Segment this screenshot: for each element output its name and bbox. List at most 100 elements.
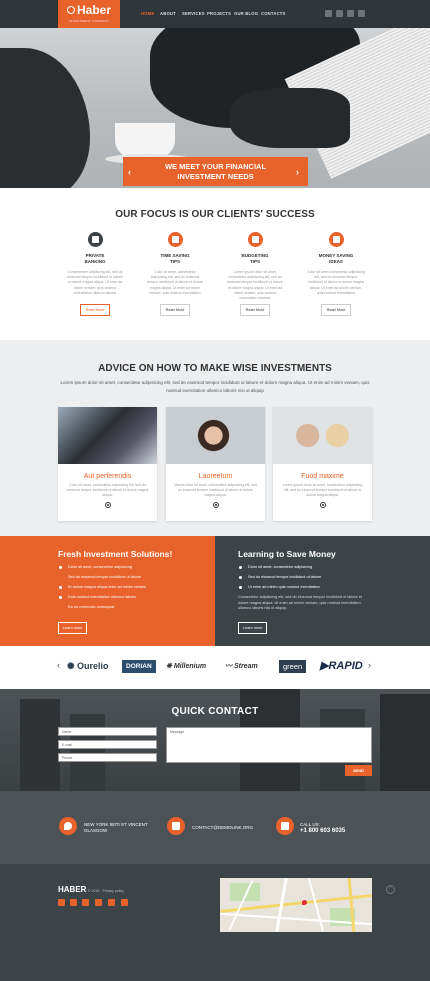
list-item: Duis nostrud exercitation ullamco labori… xyxy=(58,592,208,602)
nav-our-blog[interactable]: OUR BLOG xyxy=(234,11,258,16)
read-more-button[interactable]: Read More xyxy=(320,304,352,316)
message-input[interactable]: Message xyxy=(166,727,372,763)
feature-title: MONEY SAVING IDEAS xyxy=(318,253,354,264)
card-text: Color sit amet, consectetur adipisicing … xyxy=(66,483,149,497)
advice-text: Lorem ipsum dolor sit amet, consectetur … xyxy=(60,380,370,393)
email-link[interactable]: CONTACT@DEMOLINK.ORG xyxy=(192,825,253,831)
piggy-bank-icon xyxy=(87,232,103,247)
learn-more-button[interactable]: Learn more xyxy=(238,622,268,634)
mail-icon xyxy=(167,817,185,835)
learn-more-button[interactable]: Learn more xyxy=(58,622,88,634)
map-pin-icon xyxy=(302,900,307,905)
slider-next-button[interactable]: › xyxy=(296,167,299,177)
nav-services[interactable]: SERVICES xyxy=(182,11,205,16)
card-image-woman xyxy=(166,407,265,464)
slider-prev-button[interactable]: ‹ xyxy=(128,167,131,177)
hero-banner: WE MEET YOUR FINANCIAL INVESTMENT NEEDS xyxy=(123,157,308,186)
feature-text: Color sit amet, consectetur adipisicing … xyxy=(147,270,203,295)
feature-text: Consectetuer adipiscing elit, sed do eiu… xyxy=(67,270,123,295)
feature-title: PRIVATE BANKING xyxy=(84,253,106,264)
logo-stream: 〰 Stream xyxy=(225,663,258,670)
advice-card[interactable]: Laoreetum Mauris dolor sit amet, consect… xyxy=(166,407,265,521)
more-icon[interactable] xyxy=(104,502,111,508)
save-money-text: Consectetur adipisicing elit, sed do eiu… xyxy=(238,595,363,610)
advice-title: ADVICE ON HOW TO MAKE WISE INVESTMENTS xyxy=(98,363,332,374)
list-item: Ut enim ad minim quis nostrud exercitati… xyxy=(238,582,388,592)
nav-contacts[interactable]: CONTACTS xyxy=(261,11,286,16)
scroll-top-button[interactable]: ^ xyxy=(386,885,395,894)
feature-text: Lorem ipsum dolor sit amet, consectetur … xyxy=(227,270,283,301)
copyright-text: © 2015 · Privacy policy xyxy=(88,889,124,893)
hero-banner-line2: INVESTMENT NEEDS xyxy=(177,171,254,181)
advice-card[interactable]: Aut perferendis Color sit amet, consecte… xyxy=(58,407,157,521)
advice-card[interactable]: Fuod maxime Lorem ipsum dolor sit amet, … xyxy=(273,407,372,521)
coffee-cup xyxy=(115,123,175,158)
logos-prev-button[interactable]: ‹ xyxy=(57,660,60,670)
feature-title: TIME SAVING TIPS xyxy=(160,253,190,264)
nav-projects[interactable]: PROJECTS xyxy=(207,11,231,16)
hero-banner-line1: WE MEET YOUR FINANCIAL xyxy=(164,162,267,171)
send-button[interactable]: SEND xyxy=(345,765,372,776)
partner-logos xyxy=(0,646,430,689)
feature-title: BUDGETING TIPS xyxy=(241,253,269,264)
facebook-icon[interactable] xyxy=(70,899,77,906)
list-item: Dolor sit amet, consectetur adipisicing xyxy=(58,562,208,572)
logo[interactable]: Haber INVESTMENT COMPANY xyxy=(58,0,120,28)
facebook-icon[interactable] xyxy=(108,899,115,906)
logo-green: green xyxy=(279,660,307,673)
email-input[interactable]: E-mail xyxy=(58,740,157,749)
youtube-icon[interactable] xyxy=(336,10,343,17)
logo-millenium: ❋ Millenium xyxy=(166,663,207,670)
save-money-title: Learning to Save Money xyxy=(238,549,336,559)
list-item: Et dolore magna aliqua enim ad minim ven… xyxy=(58,582,208,592)
rss-icon[interactable] xyxy=(95,899,102,906)
read-more-button[interactable]: Read More xyxy=(79,304,111,316)
footer-logo[interactable]: HABER xyxy=(58,885,86,894)
card-title: Fuod maxime xyxy=(301,473,344,480)
logo-rapid: ▶RAPID xyxy=(320,660,363,672)
card-title: Laoreetum xyxy=(198,473,233,480)
feature-text: Color sit amet consectetur adipisicing e… xyxy=(307,270,365,295)
card-image-couple xyxy=(273,407,372,464)
phone-input[interactable]: Phone xyxy=(58,753,157,762)
read-more-button[interactable]: Read More xyxy=(239,304,271,316)
fresh-solutions-title: Fresh Investment Solutions! xyxy=(58,549,173,559)
twitter-icon[interactable] xyxy=(325,10,332,17)
rss-icon[interactable] xyxy=(358,10,365,17)
coins-icon xyxy=(328,232,344,247)
card-text: Mauris dolor sit amet, consectetur adipi… xyxy=(174,483,257,497)
globe-icon xyxy=(66,6,75,14)
nav-home[interactable]: HOME xyxy=(141,11,154,16)
list-item: Sed do eiusmod tempor incididunt ut labo… xyxy=(68,575,142,579)
youtube-icon[interactable] xyxy=(82,899,89,906)
quick-contact-title: QUICK CONTACT xyxy=(171,706,259,717)
card-image-businessmen xyxy=(58,407,157,464)
logo-dorian: DORIAN xyxy=(122,660,156,673)
location-map[interactable] xyxy=(220,878,372,932)
save-money-panel: Learning to Save Money Dolor sit amet, c… xyxy=(215,536,430,646)
list-item: Dolor sit amet, consectetur adipisicing xyxy=(238,562,388,572)
chart-icon xyxy=(167,232,183,247)
feature-time-saving: TIME SAVING TIPS Color sit amet, consect… xyxy=(140,232,210,316)
logo-tagline: INVESTMENT COMPANY xyxy=(68,19,110,23)
focus-title: OUR FOCUS IS OUR CLIENTS' SUCCESS xyxy=(115,209,315,220)
skype-icon[interactable] xyxy=(121,899,128,906)
phone-icon xyxy=(276,817,294,835)
list-item: Ea ea commodo consequat xyxy=(68,605,115,609)
fresh-solutions-panel: Fresh Investment Solutions! Dolor sit am… xyxy=(0,536,215,646)
more-icon[interactable] xyxy=(319,502,326,508)
feature-private-banking: PRIVATE BANKING Consectetuer adipiscing … xyxy=(60,232,130,316)
feature-money-saving: MONEY SAVING IDEAS Color sit amet consec… xyxy=(301,232,371,316)
nav-about[interactable]: ABOUT xyxy=(160,11,176,16)
facebook-icon[interactable] xyxy=(347,10,354,17)
logo-ourelio: ✺ Ourelio xyxy=(67,661,109,671)
location-icon xyxy=(59,817,77,835)
twitter-icon[interactable] xyxy=(58,899,65,906)
more-icon[interactable] xyxy=(212,502,219,508)
name-input[interactable]: Name xyxy=(58,727,157,736)
read-more-button[interactable]: Read More xyxy=(159,304,191,316)
logo-text: Haber xyxy=(76,3,111,17)
card-title: Aut perferendis xyxy=(83,473,132,480)
address-text: NEW YORK 9870 ST VINCENT GLASGOW xyxy=(84,822,148,833)
logos-next-button[interactable]: › xyxy=(368,660,371,670)
